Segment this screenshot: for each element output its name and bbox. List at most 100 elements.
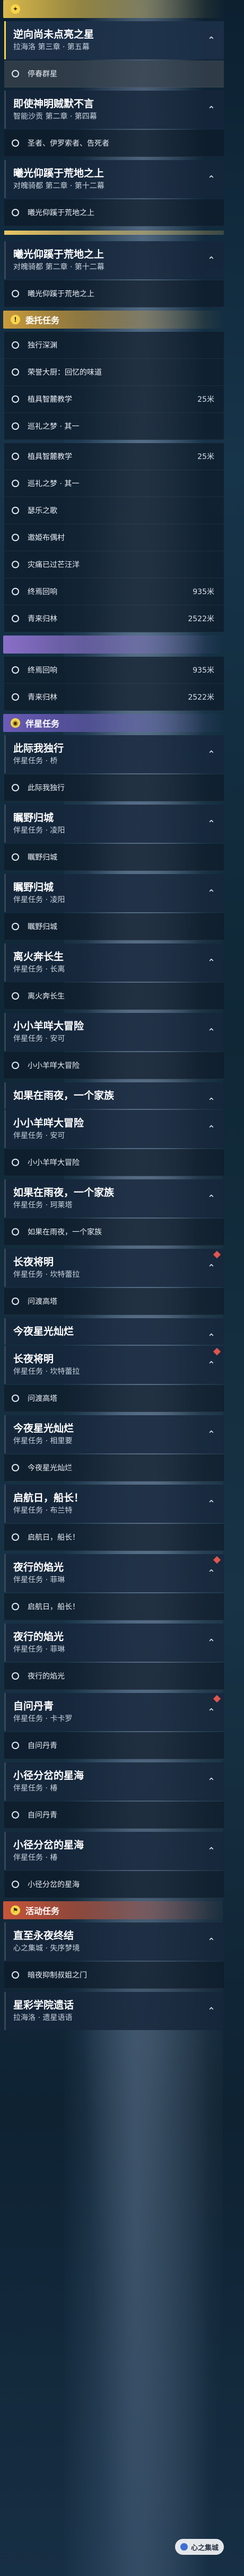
task-row[interactable]: 瞩野归城 (4, 844, 224, 871)
quest-card[interactable]: 直至永夜终结 心之集城 · 失序梦境 ⌃ (4, 1922, 224, 1961)
task-row[interactable]: 巡礼之梦 · 其一 (4, 470, 224, 497)
quest-card[interactable]: 小小羊咩大冒险 伴星任务 · 安可 ⌃ (4, 1110, 224, 1148)
chevron-up-icon[interactable]: ⌃ (207, 255, 215, 266)
section-header-daily[interactable]: ! 委托任务 (3, 311, 225, 329)
task-row[interactable]: 问渡高塔 (4, 1288, 224, 1315)
quest-card[interactable]: 今夜星光灿烂 ⌃ (4, 1318, 224, 1345)
task-row[interactable]: 自问丹青 (4, 1802, 224, 1829)
quest-subtitle: 心之集城 · 失序梦境 (13, 1944, 80, 1953)
quest-card[interactable]: 瞩野归城 伴星任务 · 凌阳 ⌃ (4, 805, 224, 843)
quest-card[interactable]: 此际我独行 伴星任务 · 桥 ⌃ (4, 735, 224, 773)
chevron-up-icon[interactable]: ⌃ (207, 1360, 215, 1371)
quest-card[interactable]: 曦光仰蹊于荒地之上 对魄骑都 第二章 · 第十二幕 ⌃ (4, 160, 224, 198)
task-row[interactable]: 巡礼之梦 · 其一 (4, 413, 224, 440)
task-row[interactable]: 问渡高塔 (4, 1385, 224, 1412)
task-row[interactable]: 曦光仰蹊于荒地之上 (4, 280, 224, 307)
task-label: 自问丹青 (28, 1811, 57, 1820)
quest-card[interactable]: 瞩野归城 伴星任务 · 凌阳 ⌃ (4, 874, 224, 912)
task-row[interactable]: 瑟乐之歌 (4, 497, 224, 524)
chevron-up-icon[interactable]: ⌃ (207, 749, 215, 760)
task-bullet-icon (12, 666, 19, 674)
task-row[interactable]: 终焉回响 935米 (4, 657, 224, 684)
section-header-companion[interactable]: ◉ 伴星任务 (3, 714, 225, 732)
task-row[interactable]: 离火奔长生 (4, 983, 224, 1010)
quest-card[interactable]: 离火奔长生 伴星任务 · 长离 ⌃ (4, 943, 224, 982)
task-label: 瞩野归城 (28, 923, 57, 931)
task-row[interactable]: 停春群星 (4, 60, 224, 87)
quest-card[interactable]: 曦光仰蹊于荒地之上 对魄骑都 第二章 · 第十二幕 ⌃ (4, 241, 224, 279)
chevron-up-icon[interactable]: ⌃ (207, 1707, 215, 1718)
quest-card[interactable]: 今夜星光灿烂 伴星任务 · 相里要 ⌃ (4, 1415, 224, 1453)
chevron-up-icon[interactable]: ⌃ (207, 1568, 215, 1579)
quest-card[interactable]: 如果在雨夜，一个家族 伴星任务 · 珂莱塔 ⌃ (4, 1179, 224, 1218)
chevron-up-icon[interactable]: ⌃ (207, 174, 215, 185)
task-row[interactable]: 暗夜抑制叔姐之门 (4, 1962, 224, 1989)
chevron-up-icon[interactable]: ⌃ (207, 957, 215, 968)
chevron-up-icon[interactable]: ⌃ (207, 1846, 215, 1857)
task-row[interactable]: 夜行的焰光 (4, 1663, 224, 1690)
task-row[interactable]: 如果在雨夜，一个家族 (4, 1219, 224, 1246)
chevron-up-icon[interactable]: ⌃ (207, 1429, 215, 1440)
chevron-up-icon[interactable]: ⌃ (207, 1263, 215, 1274)
chevron-up-icon[interactable]: ⌃ (207, 1776, 215, 1787)
task-row[interactable]: 此际我独行 (4, 774, 224, 801)
task-row[interactable]: 荣誉大厨：回忆的味道 (4, 359, 224, 386)
section-header-label: 活动任务 (25, 1906, 60, 1916)
task-row[interactable]: 灾痛已过芒汪洋 (4, 551, 224, 578)
task-bullet-icon (12, 992, 19, 1000)
task-row[interactable]: 启航日，船长！ (4, 1524, 224, 1551)
task-row[interactable]: 小小羊咩大冒险 (4, 1149, 224, 1176)
task-row[interactable]: 植具智麓教学 25米 (4, 386, 224, 413)
section-header-event[interactable]: ⚑ 活动任务 (3, 1901, 225, 1919)
task-row[interactable]: 自问丹青 (4, 1732, 224, 1759)
task-row[interactable]: 小径分岔的星海 (4, 1871, 224, 1898)
quest-card[interactable]: 启航日，船长！ 伴星任务 · 布兰特 ⌃ (4, 1485, 224, 1523)
quest-subtitle: 伴星任务 · 凌阳 (13, 896, 65, 904)
task-label: 问渡高塔 (28, 1298, 57, 1306)
quest-card[interactable]: 小小羊咩大冒险 伴星任务 · 安可 ⌃ (4, 1013, 224, 1051)
quest-card[interactable]: 长夜将明 伴星任务 · 坎特蕾拉 ⌃ (4, 1249, 224, 1287)
chevron-up-icon[interactable]: ⌃ (207, 35, 215, 46)
event-shortcut-button[interactable]: 心之集城 (175, 2539, 224, 2555)
quest-panel[interactable]: ✦ 逆向尚未点亮之星 拉海洛 第三章 · 第五幕 ⌃ 停春群星即使神明贼默不言 智能沙贡 … (3, 0, 225, 2576)
chevron-up-icon[interactable]: ⌃ (207, 1027, 215, 1038)
task-row[interactable]: 邀姫布偶村 (4, 524, 224, 551)
task-row[interactable]: 独行深渊 (4, 332, 224, 359)
task-row[interactable]: 小小羊咩大冒险 (4, 1052, 224, 1079)
task-row[interactable]: 青来归林 2522米 (4, 605, 224, 632)
chevron-up-icon[interactable]: ⌃ (207, 818, 215, 830)
task-row[interactable]: 青来归林 2522米 (4, 684, 224, 711)
chevron-up-icon[interactable]: ⌃ (207, 888, 215, 899)
chevron-up-icon[interactable]: ⌃ (207, 1637, 215, 1648)
quest-subtitle: 伴星任务 · 安可 (13, 1035, 65, 1043)
quest-card[interactable]: 自问丹青 伴星任务 · 卡卡罗 ⌃ (4, 1693, 224, 1731)
chevron-up-icon[interactable]: ⌃ (207, 1124, 215, 1135)
task-row[interactable]: 启航日，船长！ (4, 1593, 224, 1620)
quest-card[interactable]: 夜行的焰光 伴星任务 · 菲琳 ⌃ (4, 1624, 224, 1662)
chevron-up-icon[interactable]: ⌃ (207, 1498, 215, 1510)
task-row[interactable]: 植具智麓教学 25米 (4, 443, 224, 470)
quest-card[interactable]: 如果在雨夜，一个家族 ⌃ (4, 1082, 224, 1109)
chevron-up-icon[interactable]: ⌃ (207, 1193, 215, 1204)
chevron-up-icon[interactable]: ⌃ (207, 104, 215, 116)
task-bullet-icon (12, 1159, 19, 1166)
quest-card[interactable]: 夜行的焰光 伴星任务 · 菲琳 ⌃ (4, 1554, 224, 1592)
chevron-up-icon[interactable]: ⌃ (207, 1332, 215, 1343)
quest-card[interactable]: 逆向尚未点亮之星 拉海洛 第三章 · 第五幕 ⌃ (4, 21, 224, 59)
chevron-up-icon[interactable]: ⌃ (207, 2006, 215, 2017)
quest-card[interactable]: 长夜将明 伴星任务 · 坎特蕾拉 ⌃ (4, 1346, 224, 1384)
task-row[interactable]: 曦光仰蹊于荒地之上 (4, 199, 224, 226)
chevron-up-icon[interactable]: ⌃ (207, 1096, 215, 1107)
section-header-daily2[interactable] (3, 636, 225, 654)
task-label: 终焉回响 (28, 666, 57, 675)
task-row[interactable]: 今夜星光灿烂 (4, 1454, 224, 1481)
task-row[interactable]: 终焉回响 935米 (4, 578, 224, 605)
quest-card[interactable]: 小径分岔的星海 伴星任务 · 椿 ⌃ (4, 1762, 224, 1801)
quest-card[interactable]: 小径分岔的星海 伴星任务 · 椿 ⌃ (4, 1832, 224, 1870)
quest-card[interactable]: 星彩学院遗话 拉海洛 · 遗星语语 ⌃ (4, 1992, 224, 2030)
chevron-up-icon[interactable]: ⌃ (207, 1936, 215, 1947)
section-header-main[interactable]: ✦ (3, 0, 225, 18)
task-row[interactable]: 圣者、伊罗索者、告死者 (4, 130, 224, 157)
task-row[interactable]: 瞩野归城 (4, 913, 224, 940)
quest-card[interactable]: 即使神明贼默不言 智能沙贡 第二章 · 第四幕 ⌃ (4, 91, 224, 129)
